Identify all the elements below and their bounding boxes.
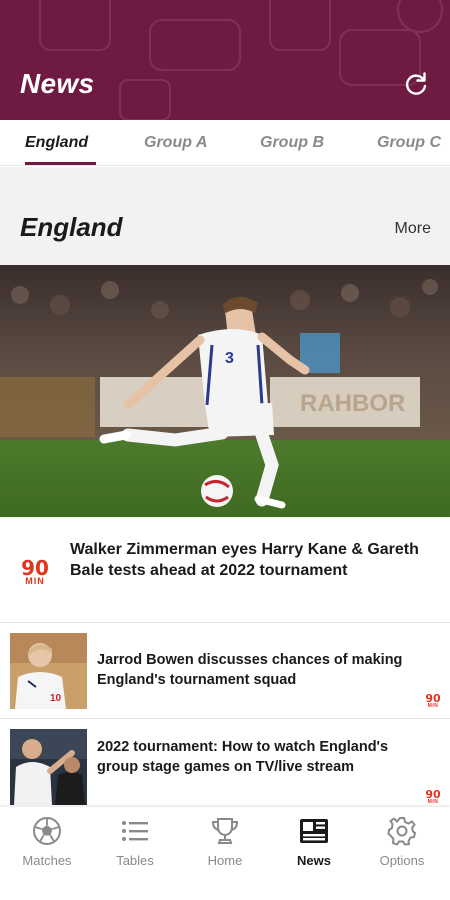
newspaper-icon [298,815,330,847]
group-tabs: England Group A Group B Group C [0,120,450,166]
nav-home[interactable]: Home [180,807,270,900]
nav-options[interactable]: Options [357,807,447,900]
refresh-icon [405,72,427,95]
article-thumbnail: 10 [10,633,87,709]
source-logo-icon: 90 MIN [21,555,49,586]
tab-group-a[interactable]: Group A [144,120,207,165]
nav-label: News [297,853,331,868]
refresh-button[interactable] [398,66,434,102]
trophy-icon [209,815,241,847]
featured-article[interactable]: 90 MIN Walker Zimmerman eyes Harry Kane … [0,517,450,623]
article-row[interactable]: 10 Jarrod Bowen discusses chances of mak… [0,623,450,719]
featured-article-title: Walker Zimmerman eyes Harry Kane & Garet… [70,541,419,579]
source-logo-icon: 90 MIN [425,787,441,805]
list-icon [119,815,151,847]
section-title: England [20,212,123,242]
active-tab-indicator [25,162,96,165]
tab-group-c[interactable]: Group C [377,120,441,165]
soccer-player-photo: RAHBOR 3 [0,265,450,517]
article-title: 2022 tournament: How to watch England's … [97,739,389,775]
soccer-ball-icon [31,815,63,847]
nav-news[interactable]: News [269,807,359,900]
nav-label: Matches [22,853,72,868]
nav-label: Tables [116,853,154,868]
header-pattern [39,0,443,120]
svg-text:RAHBOR: RAHBOR [300,390,405,417]
nav-matches[interactable]: Matches [2,807,92,900]
tab-england[interactable]: England [25,120,88,165]
svg-text:10: 10 [50,693,62,704]
nav-label: Options [379,853,425,868]
article-title: Jarrod Bowen discusses chances of making… [97,652,403,688]
page-title: News [20,68,95,99]
tab-group-b[interactable]: Group B [260,120,324,165]
article-row[interactable]: 2022 tournament: How to watch England's … [0,719,450,815]
more-link[interactable]: More [395,220,431,238]
svg-text:3: 3 [225,350,234,367]
nav-tables[interactable]: Tables [90,807,180,900]
nav-label: Home [207,853,243,868]
bottom-navigation: Matches Tables Home News Options [0,807,450,900]
featured-article-image[interactable]: RAHBOR 3 [0,265,450,517]
gear-icon [386,815,418,847]
source-logo-icon: 90 MIN [425,691,441,709]
app-header: News [0,0,450,120]
article-thumbnail [10,729,87,805]
